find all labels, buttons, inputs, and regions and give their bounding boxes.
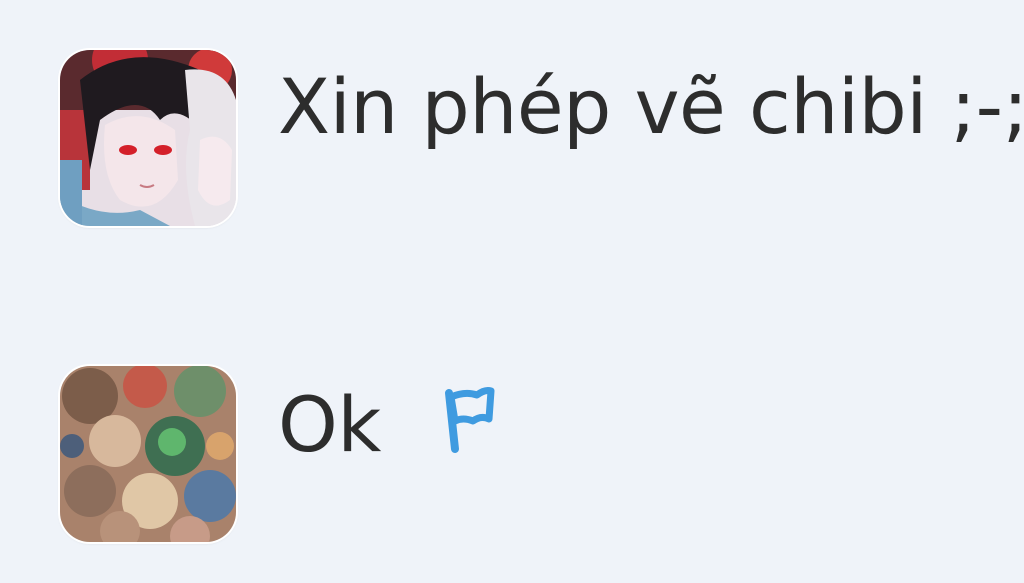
avatar-collage-icon [60, 366, 236, 542]
user-avatar[interactable] [60, 50, 236, 226]
comment-text: Ok [278, 379, 381, 469]
avatar-anime-icon [60, 50, 236, 226]
comment-feed: Xin phép vẽ chibi ;-; Ok [0, 0, 1024, 583]
flag-icon[interactable] [433, 385, 505, 457]
comment-item: Ok [60, 366, 505, 542]
comment-text: Xin phép vẽ chibi ;-; [278, 61, 1024, 151]
comment-item: Xin phép vẽ chibi ;-; [60, 50, 1024, 226]
user-avatar[interactable] [60, 366, 236, 542]
